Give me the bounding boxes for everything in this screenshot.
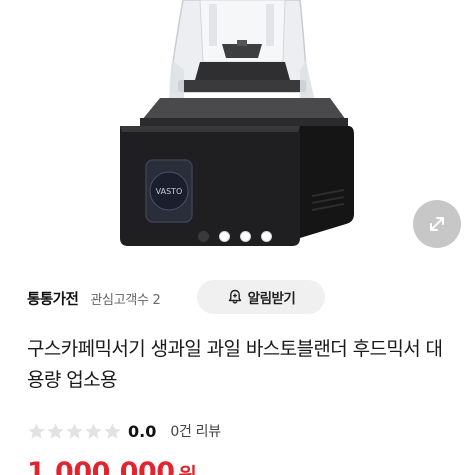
star-icon [28, 422, 45, 439]
product-title: 구스카페믹서기 생과일 과일 바스토블랜더 후드믹서 대용량 업소용 [27, 338, 443, 391]
notify-button[interactable]: 알림받기 [197, 280, 325, 314]
product-image: VASTO [120, 0, 354, 246]
review-count[interactable]: 0건 리뷰 [170, 421, 221, 441]
seller-row: 통통가전 관심고객수 2 알림받기 [27, 280, 457, 316]
gallery-dot[interactable] [240, 231, 251, 242]
price: 1,000,000 [27, 457, 175, 475]
rating-score: 0.0 [128, 421, 157, 441]
gallery-dot[interactable] [219, 231, 230, 242]
star-icon [104, 422, 121, 439]
gallery-pagination [198, 231, 272, 242]
gallery-dot[interactable] [198, 231, 209, 242]
notify-label: 알림받기 [247, 291, 296, 307]
price-currency: 원 [178, 463, 197, 475]
expand-image-button[interactable] [413, 200, 461, 248]
store-name[interactable]: 통통가전 [27, 288, 79, 309]
star-icon [85, 422, 102, 439]
brand-mark: VASTO [156, 187, 183, 196]
rating-row[interactable]: 0.0 0건 리뷰 [27, 420, 221, 442]
star-icon [47, 422, 64, 439]
rating-stars [27, 422, 122, 441]
gallery-dot[interactable] [261, 231, 272, 242]
price-row: 1,000,000 원 [27, 457, 197, 475]
product-image-gallery[interactable]: VASTO [0, 0, 475, 262]
interest-count: 관심고객수 2 [90, 292, 161, 308]
expand-icon [430, 217, 444, 231]
bell-plus-icon [228, 289, 241, 304]
star-icon [66, 422, 83, 439]
